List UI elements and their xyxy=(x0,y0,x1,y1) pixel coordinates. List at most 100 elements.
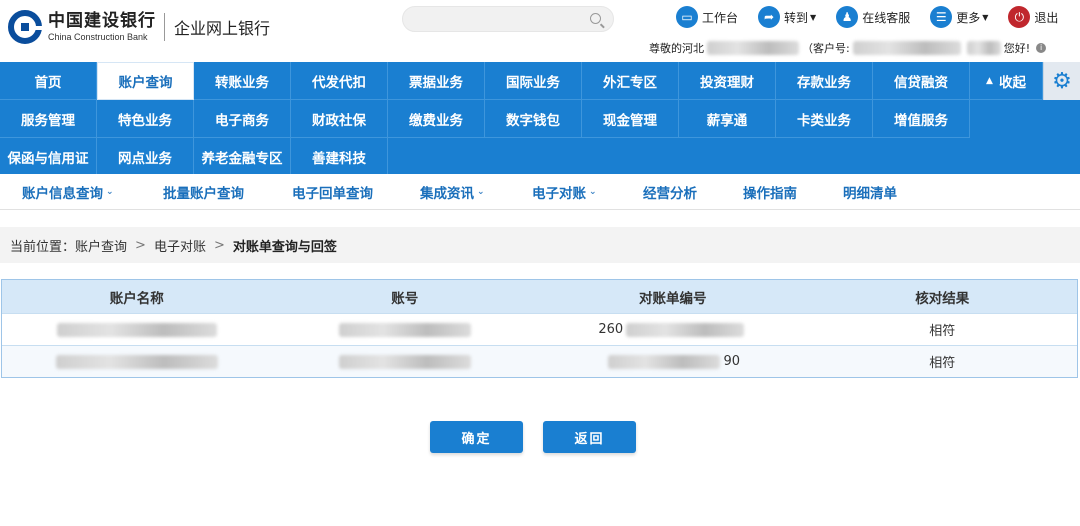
nav-item-0-6[interactable]: 外汇专区 xyxy=(582,62,679,100)
nav-item-1-5[interactable]: 数字钱包 xyxy=(485,100,582,138)
redacted-customer-number xyxy=(852,41,961,55)
page-header: 中国建设银行 China Construction Bank 企业网上银行 ▭ … xyxy=(0,0,1080,62)
subnav-label: 账户信息查询 xyxy=(22,186,103,202)
nav-item-1-9[interactable]: 增值服务 xyxy=(873,100,970,138)
cell-account-no xyxy=(272,346,539,377)
nav-item-0-4[interactable]: 票据业务 xyxy=(388,62,485,100)
redacted-account-number xyxy=(338,322,471,337)
redacted-statement-number xyxy=(608,354,721,369)
list-icon: ☰ xyxy=(930,6,953,28)
main-navigation: 首页 账户查询 转账业务 代发代扣 票据业务 国际业务 外汇专区 投资理财 存款业务 信贷融资服务… xyxy=(0,62,1080,176)
nav-item-2-3[interactable]: 善建科技 xyxy=(291,138,388,176)
share-icon: ➦ xyxy=(758,6,781,28)
settings-gear-icon[interactable]: ⚙ xyxy=(1043,62,1080,100)
cell-statement-no: 90 xyxy=(538,346,808,377)
chevron-right-icon: > xyxy=(213,237,225,253)
breadcrumb-prefix: 当前位置： xyxy=(10,239,76,255)
logout-button[interactable]: ⏻ 退出 xyxy=(1008,6,1058,28)
cell-statement-no: 260 xyxy=(538,314,808,345)
subnav-item-6[interactable]: 操作指南 xyxy=(743,174,797,210)
more-label: 更多 xyxy=(956,10,981,25)
workbench-button[interactable]: ▭ 工作台 xyxy=(676,6,738,28)
nav-item-1-4[interactable]: 缴费业务 xyxy=(388,100,485,138)
column-header-statement-no: 对账单编号 xyxy=(639,290,707,307)
subnav-item-5[interactable]: 经营分析 xyxy=(643,174,697,210)
subnav-label: 电子对账 xyxy=(532,186,586,202)
subnav-label: 经营分析 xyxy=(643,186,697,202)
welcome-suffix: 您好! xyxy=(1003,42,1031,55)
column-header-account-no: 账号 xyxy=(391,290,419,307)
subnav-label: 集成资讯 xyxy=(420,186,474,202)
nav-item-1-6[interactable]: 现金管理 xyxy=(582,100,679,138)
nav-item-1-2[interactable]: 电子商务 xyxy=(194,100,291,138)
logo-divider xyxy=(164,13,165,41)
sub-navigation: 账户信息查询 ⌄ 批量账户查询 电子回单查询 集成资讯 ⌄ 电子对账 ⌄ 经营分析 操作指南 明细清… xyxy=(0,174,1080,210)
breadcrumb: 当前位置： 账户查询 > 电子对账 > 对账单查询与回签 xyxy=(0,227,1080,263)
welcome-message: 尊敬的河北 （客户号: 您好! i xyxy=(649,40,1047,56)
goto-button[interactable]: ➦ 转到 ▼ xyxy=(758,6,816,28)
subnav-label: 批量账户查询 xyxy=(163,186,244,202)
nav-item-0-9[interactable]: 信贷融资 xyxy=(873,62,970,100)
info-icon[interactable]: i xyxy=(1036,43,1047,53)
subnav-item-2[interactable]: 电子回单查询 xyxy=(292,174,373,210)
redacted-account-name xyxy=(56,322,217,337)
nav-item-0-5[interactable]: 国际业务 xyxy=(485,62,582,100)
caret-up-icon: ▲ xyxy=(986,75,993,86)
subnav-label: 电子回单查询 xyxy=(292,186,373,202)
more-button[interactable]: ☰ 更多 ▼ xyxy=(930,6,988,28)
nav-item-1-3[interactable]: 财政社保 xyxy=(291,100,388,138)
nav-item-0-8[interactable]: 存款业务 xyxy=(776,62,873,100)
workbench-label: 工作台 xyxy=(702,10,739,25)
caret-down-icon: ▼ xyxy=(982,12,989,22)
nav-item-1-8[interactable]: 卡类业务 xyxy=(776,100,873,138)
back-button[interactable]: 返回 xyxy=(543,421,636,453)
nav-item-0-0[interactable]: 首页 xyxy=(0,62,97,100)
online-service-button[interactable]: ♟ 在线客服 xyxy=(836,6,910,28)
cell-result: 相符 xyxy=(929,324,956,339)
online-service-label: 在线客服 xyxy=(862,10,911,25)
statement-table: 账户名称 账号 对账单编号 核对结果 260 相符 90 相符 xyxy=(1,279,1078,378)
chevron-down-icon: ⌄ xyxy=(589,187,597,197)
cell-account-no xyxy=(272,314,539,345)
nav-item-2-1[interactable]: 网点业务 xyxy=(97,138,194,176)
user-icon: ♟ xyxy=(836,6,859,28)
subnav-item-3[interactable]: 集成资讯 ⌄ xyxy=(420,174,485,210)
subnav-item-1[interactable]: 批量账户查询 xyxy=(163,174,244,210)
nav-item-2-2[interactable]: 养老金融专区 xyxy=(194,138,291,176)
breadcrumb-item-e-reconciliation[interactable]: 电子对账 xyxy=(154,236,206,255)
nav-item-0-3[interactable]: 代发代扣 xyxy=(291,62,388,100)
subnav-item-4[interactable]: 电子对账 ⌄ xyxy=(532,174,597,210)
nav-item-0-7[interactable]: 投资理财 xyxy=(679,62,776,100)
cell-account-name xyxy=(2,314,272,345)
nav-item-1-7[interactable]: 薪享通 xyxy=(679,100,776,138)
nav-item-0-2[interactable]: 转账业务 xyxy=(194,62,291,100)
nav-collapse-button[interactable]: ▲ 收起 xyxy=(970,62,1043,100)
top-toolbar: ▭ 工作台 ➦ 转到 ▼ ♟ 在线客服 ☰ 更多 ▼ ⏻ 退出 xyxy=(676,6,1078,28)
subnav-item-7[interactable]: 明细清单 xyxy=(843,174,897,210)
statement-no-visible: 260 xyxy=(598,322,624,337)
breadcrumb-item-account-query[interactable]: 账户查询 xyxy=(75,236,127,255)
confirm-button[interactable]: 确定 xyxy=(430,421,523,453)
nav-item-1-0[interactable]: 服务管理 xyxy=(0,100,97,138)
table-row[interactable]: 260 相符 xyxy=(2,313,1077,345)
nav-item-1-1[interactable]: 特色业务 xyxy=(97,100,194,138)
search-icon[interactable] xyxy=(590,13,601,24)
nav-collapse-label: 收起 xyxy=(998,74,1026,91)
subnav-label: 明细清单 xyxy=(843,186,897,202)
table-row[interactable]: 90 相符 xyxy=(2,345,1077,377)
welcome-prefix: 尊敬的河北 xyxy=(649,42,704,55)
logout-label: 退出 xyxy=(1034,10,1059,25)
caret-down-icon: ▼ xyxy=(810,12,817,22)
cell-result: 相符 xyxy=(929,356,956,371)
search-input[interactable] xyxy=(402,6,614,32)
customer-number-label: （客户号: xyxy=(802,42,850,55)
subnav-item-0[interactable]: 账户信息查询 ⌄ xyxy=(22,174,114,210)
goto-label: 转到 xyxy=(784,10,809,25)
power-icon: ⏻ xyxy=(1008,6,1031,28)
bank-logo[interactable]: 中国建设银行 China Construction Bank 企业网上银行 xyxy=(8,10,270,44)
nav-item-2-0[interactable]: 保函与信用证 xyxy=(0,138,97,176)
chevron-down-icon: ⌄ xyxy=(477,187,485,197)
table-header-row: 账户名称 账号 对账单编号 核对结果 xyxy=(2,280,1077,313)
nav-item-0-1[interactable]: 账户查询 xyxy=(97,62,194,100)
monitor-icon: ▭ xyxy=(676,6,698,28)
